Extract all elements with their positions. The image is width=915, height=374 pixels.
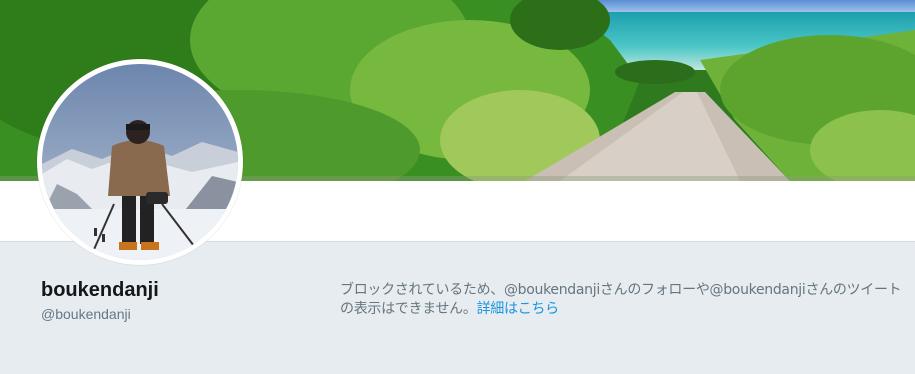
profile-display-name[interactable]: boukendanji <box>41 279 159 302</box>
blocked-notice-text: ブロックされているため、@boukendanjiさんのフォローや@boukend… <box>340 282 902 317</box>
learn-more-link[interactable]: 詳細はこちら <box>477 301 560 317</box>
avatar-photo-skier <box>42 64 238 260</box>
blocked-notice: ブロックされているため、@boukendanjiさんのフォローや@boukend… <box>340 281 910 319</box>
profile-avatar[interactable] <box>37 59 243 265</box>
profile-handle[interactable]: @boukendanji <box>41 306 131 322</box>
